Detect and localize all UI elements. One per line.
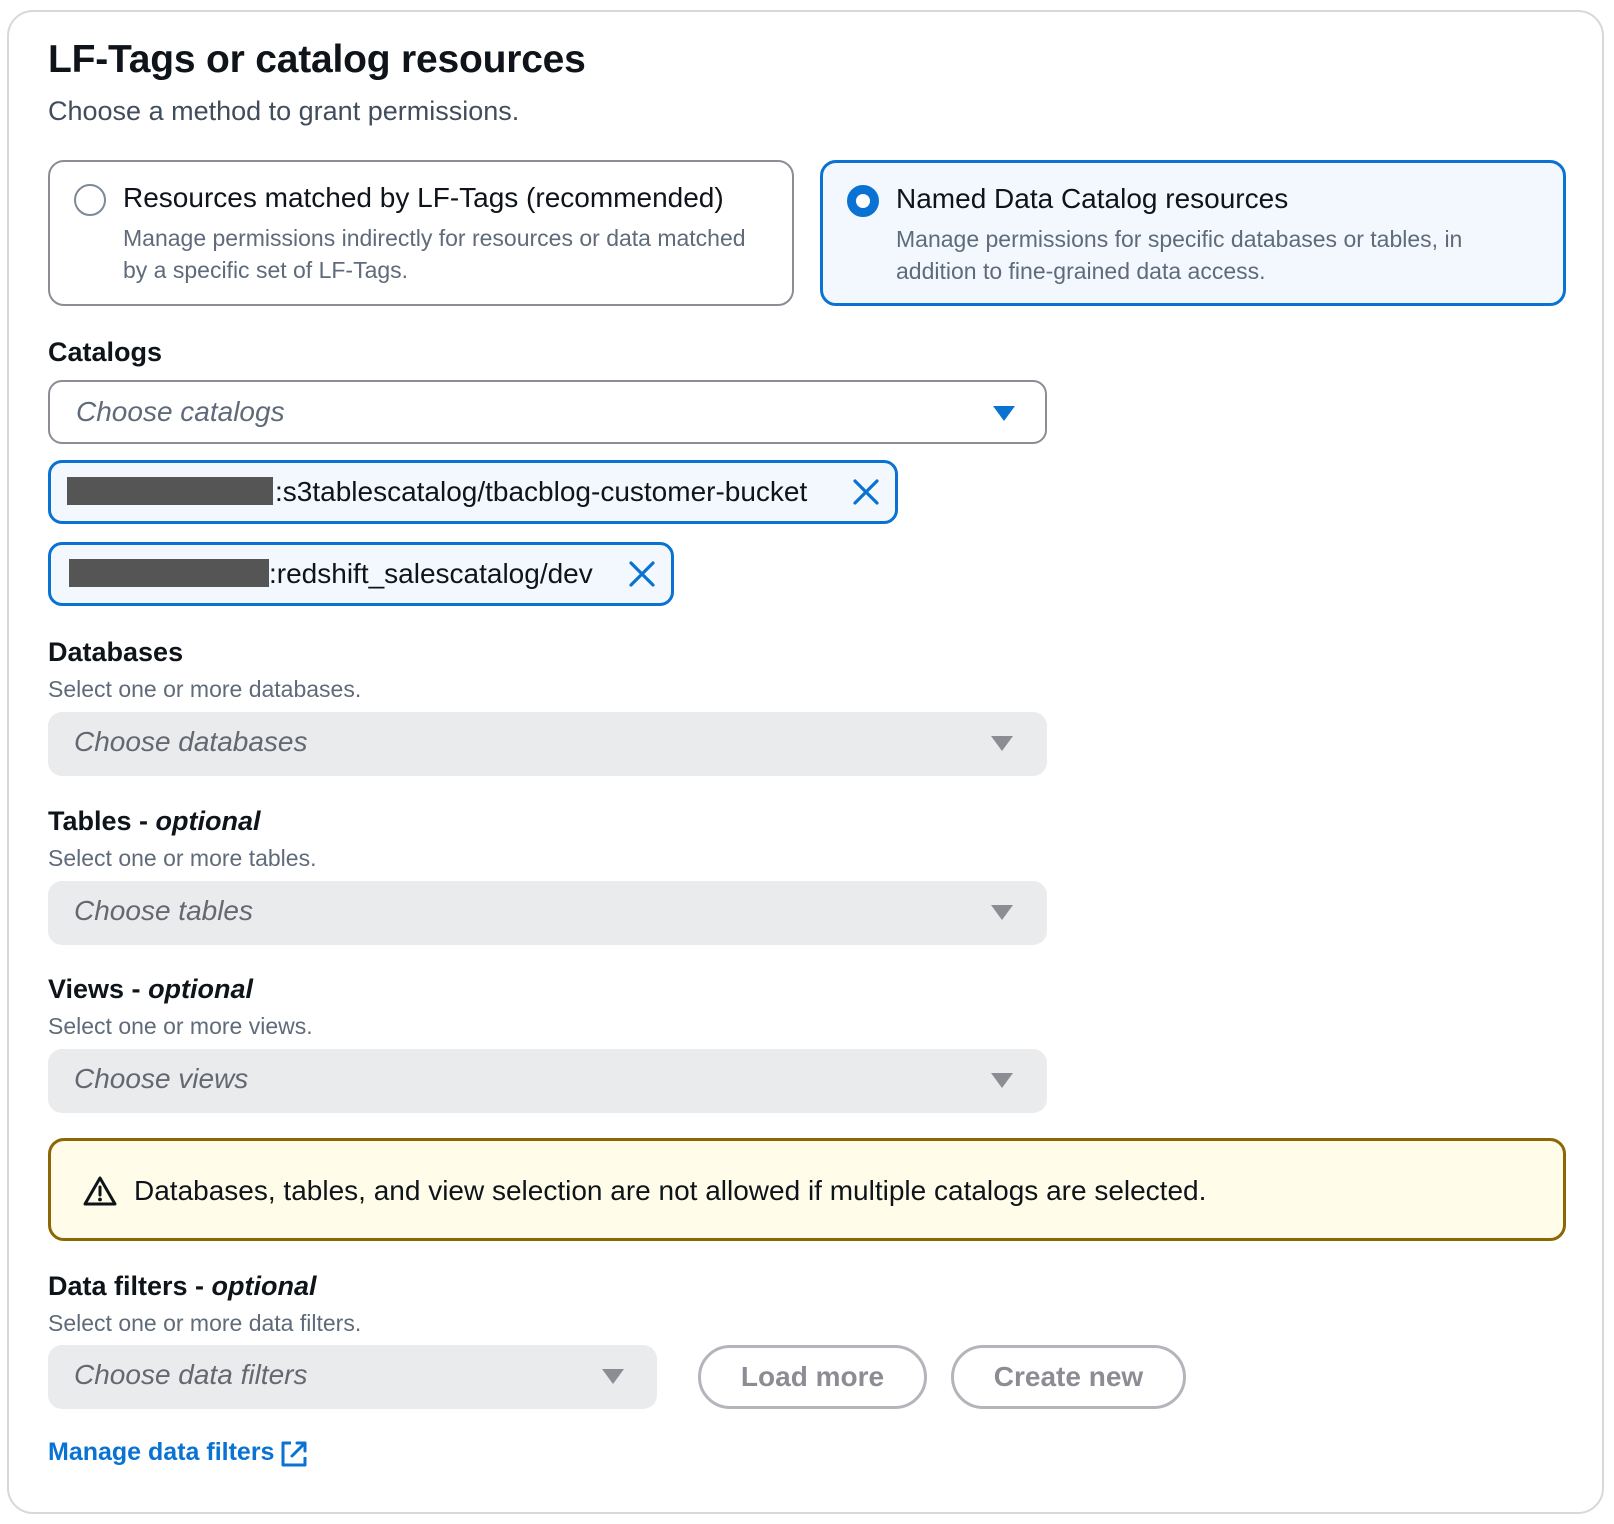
warning-alert: Databases, tables, and view selection ar… bbox=[48, 1138, 1566, 1241]
data-filters-placeholder: Choose data filters bbox=[74, 1359, 308, 1390]
caret-down-icon bbox=[991, 736, 1013, 751]
redacted-account-id bbox=[69, 559, 269, 587]
catalog-token: :redshift_salescatalog/dev bbox=[48, 542, 674, 606]
databases-label: Databases bbox=[48, 637, 184, 667]
databases-placeholder: Choose databases bbox=[74, 726, 308, 757]
caret-down-icon bbox=[991, 1073, 1013, 1088]
caret-down-icon bbox=[602, 1369, 624, 1384]
views-description: Select one or more views. bbox=[48, 1013, 313, 1039]
databases-description: Select one or more databases. bbox=[48, 676, 362, 702]
method-option-lf-tags[interactable]: Resources matched by LF-Tags (recommende… bbox=[48, 160, 794, 306]
external-link-icon[interactable] bbox=[279, 1439, 309, 1469]
tables-description: Select one or more tables. bbox=[48, 845, 317, 871]
method-option-description: Manage permissions for specific database… bbox=[896, 226, 1463, 284]
close-icon[interactable] bbox=[851, 477, 881, 507]
redacted-account-id bbox=[67, 477, 273, 505]
section-subtitle: Choose a method to grant permissions. bbox=[48, 96, 520, 126]
views-label: Views - optional bbox=[48, 974, 254, 1004]
catalog-token-label: :redshift_salescatalog/dev bbox=[269, 558, 593, 589]
warning-alert-text: Databases, tables, and view selection ar… bbox=[134, 1175, 1207, 1206]
radio-button-unselected[interactable] bbox=[74, 184, 106, 216]
data-filters-label: Data filters - optional bbox=[48, 1271, 317, 1301]
data-filters-select[interactable]: Choose data filters bbox=[48, 1345, 657, 1409]
views-select[interactable]: Choose views bbox=[48, 1049, 1047, 1113]
tables-label: Tables - optional bbox=[48, 806, 261, 836]
warning-icon bbox=[83, 1176, 117, 1206]
tables-select[interactable]: Choose tables bbox=[48, 881, 1047, 945]
catalogs-select[interactable]: Choose catalogs bbox=[48, 380, 1047, 444]
catalogs-label: Catalogs bbox=[48, 337, 163, 367]
catalog-token-label: :s3tablescatalog/tbacblog-customer-bucke… bbox=[275, 476, 808, 507]
close-icon[interactable] bbox=[627, 559, 657, 589]
method-option-title: Resources matched by LF-Tags (recommende… bbox=[123, 182, 724, 213]
catalog-token: :s3tablescatalog/tbacblog-customer-bucke… bbox=[48, 460, 898, 524]
databases-select[interactable]: Choose databases bbox=[48, 712, 1047, 776]
data-filters-description: Select one or more data filters. bbox=[48, 1310, 362, 1336]
method-option-description: Manage permissions indirectly for resour… bbox=[123, 225, 746, 283]
manage-data-filters-link[interactable]: Manage data filters bbox=[48, 1438, 274, 1467]
catalogs-placeholder: Choose catalogs bbox=[76, 396, 285, 427]
caret-down-icon bbox=[991, 905, 1013, 920]
method-option-title: Named Data Catalog resources bbox=[896, 183, 1289, 214]
caret-down-icon bbox=[993, 406, 1015, 421]
radio-button-selected[interactable] bbox=[847, 185, 879, 217]
section-title: LF-Tags or catalog resources bbox=[48, 38, 586, 81]
create-new-button[interactable]: Create new bbox=[951, 1345, 1186, 1409]
load-more-button[interactable]: Load more bbox=[698, 1345, 927, 1409]
method-option-named-resources[interactable]: Named Data Catalog resources Manage perm… bbox=[820, 160, 1566, 306]
tables-placeholder: Choose tables bbox=[74, 895, 254, 926]
views-placeholder: Choose views bbox=[74, 1063, 249, 1094]
